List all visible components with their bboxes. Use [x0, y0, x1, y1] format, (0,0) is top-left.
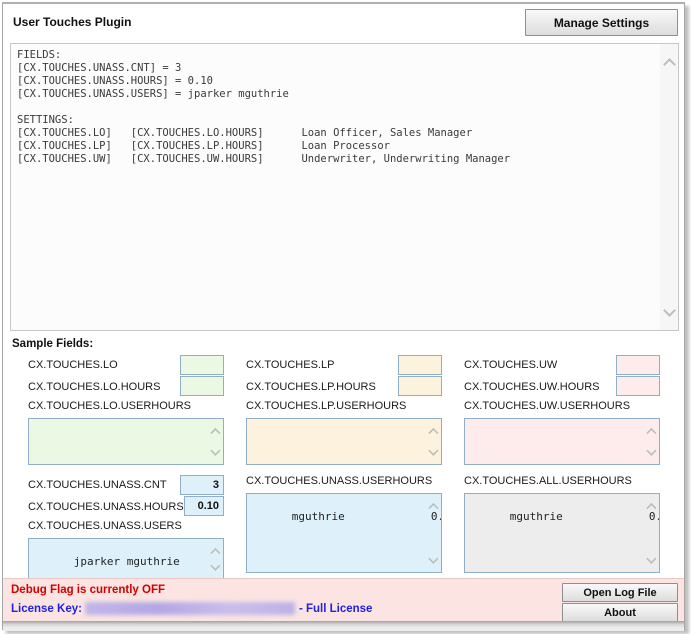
field-row-lp-hours: CX.TOUCHES.LP.HOURS	[246, 377, 442, 397]
debug-flag-status: Debug Flag is currently OFF	[11, 584, 165, 596]
unass-users-label: CX.TOUCHES.UNASS.USERS	[28, 520, 224, 536]
lo-hours-label: CX.TOUCHES.LO.HOURS	[28, 381, 180, 393]
unass-userhours-textarea[interactable]: mguthrie 0.098	[246, 493, 442, 573]
lo-userhours-textarea[interactable]	[28, 418, 224, 465]
scroll-down-icon[interactable]	[209, 447, 220, 457]
titlebar: User Touches Plugin Manage Settings	[3, 4, 684, 41]
unass-hours-input[interactable]: 0.10	[184, 496, 224, 516]
uw-hours-label: CX.TOUCHES.UW.HOURS	[464, 381, 616, 393]
footer-bar: Debug Flag is currently OFF License Key:…	[3, 578, 684, 621]
scroll-up-icon[interactable]	[645, 426, 656, 436]
output-scrollbar[interactable]	[660, 44, 678, 330]
lp-userhours-label: CX.TOUCHES.LP.USERHOURS	[246, 400, 442, 416]
column-uw-alluserhours: CX.TOUCHES.UW CX.TOUCHES.UW.HOURS CX.TOU…	[464, 355, 660, 573]
license-type-label: - Full License	[299, 603, 373, 615]
scroll-down-icon[interactable]	[427, 555, 438, 565]
sample-fields-heading: Sample Fields:	[12, 338, 93, 350]
unass-cnt-input[interactable]: 3	[180, 475, 224, 495]
lp-field-input[interactable]	[398, 355, 442, 375]
lo-field-input[interactable]	[180, 355, 224, 375]
scroll-down-icon[interactable]	[645, 555, 656, 565]
scroll-up-icon[interactable]	[645, 501, 656, 511]
scroll-down-icon[interactable]	[209, 562, 220, 572]
plugin-window: User Touches Plugin Manage Settings FIEL…	[2, 2, 685, 630]
about-button[interactable]: About	[562, 603, 678, 622]
field-row-lo-hours: CX.TOUCHES.LO.HOURS	[28, 377, 224, 397]
unass-users-value: jparker mguthrie	[74, 555, 180, 568]
lp-hours-input[interactable]	[398, 376, 442, 396]
all-userhours-value: mguthrie 0.098	[510, 510, 660, 523]
lo-field-label: CX.TOUCHES.LO	[28, 359, 180, 371]
field-row-uw: CX.TOUCHES.UW	[464, 355, 660, 375]
uw-hours-input[interactable]	[616, 376, 660, 396]
unass-users-textarea[interactable]: jparker mguthrie	[28, 538, 224, 580]
unass-hours-label: CX.TOUCHES.UNASS.HOURS	[28, 501, 184, 513]
lp-hours-label: CX.TOUCHES.LP.HOURS	[246, 381, 398, 393]
scroll-up-icon[interactable]	[427, 426, 438, 436]
lo-userhours-label: CX.TOUCHES.LO.USERHOURS	[28, 400, 224, 416]
lp-field-label: CX.TOUCHES.LP	[246, 359, 398, 371]
window-bottom-edge	[3, 621, 684, 631]
all-userhours-label: CX.TOUCHES.ALL.USERHOURS	[464, 475, 660, 491]
uw-userhours-textarea[interactable]	[464, 418, 660, 465]
scroll-up-icon[interactable]	[662, 56, 676, 68]
scroll-down-icon[interactable]	[427, 447, 438, 457]
uw-userhours-label: CX.TOUCHES.UW.USERHOURS	[464, 400, 660, 416]
unass-cnt-label: CX.TOUCHES.UNASS.CNT	[28, 479, 180, 491]
field-row-unass-hours: CX.TOUCHES.UNASS.HOURS 0.10	[28, 497, 224, 517]
field-row-lp: CX.TOUCHES.LP	[246, 355, 442, 375]
manage-settings-button[interactable]: Manage Settings	[525, 9, 678, 36]
license-key-redacted	[85, 602, 295, 615]
output-text: FIELDS: [CX.TOUCHES.UNASS.CNT] = 3 [CX.T…	[17, 49, 656, 325]
lp-userhours-textarea[interactable]	[246, 418, 442, 465]
all-userhours-textarea[interactable]: mguthrie 0.098	[464, 493, 660, 573]
column-lo-unass: CX.TOUCHES.LO CX.TOUCHES.LO.HOURS CX.TOU…	[28, 355, 224, 580]
field-row-lo: CX.TOUCHES.LO	[28, 355, 224, 375]
field-row-unass-cnt: CX.TOUCHES.UNASS.CNT 3	[28, 475, 224, 495]
lo-hours-input[interactable]	[180, 376, 224, 396]
page-title: User Touches Plugin	[13, 15, 131, 29]
uw-field-label: CX.TOUCHES.UW	[464, 359, 616, 371]
output-panel[interactable]: FIELDS: [CX.TOUCHES.UNASS.CNT] = 3 [CX.T…	[10, 43, 679, 331]
open-log-file-button[interactable]: Open Log File	[562, 583, 678, 602]
license-row: License Key: - Full License	[11, 602, 372, 615]
unass-userhours-value: mguthrie 0.098	[292, 510, 442, 523]
scroll-up-icon[interactable]	[427, 501, 438, 511]
license-key-label: License Key:	[11, 603, 82, 615]
scroll-down-icon[interactable]	[645, 447, 656, 457]
scroll-up-icon[interactable]	[209, 546, 220, 556]
scroll-down-icon[interactable]	[662, 306, 676, 318]
column-lp-unassuserhours: CX.TOUCHES.LP CX.TOUCHES.LP.HOURS CX.TOU…	[246, 355, 442, 573]
unass-userhours-label: CX.TOUCHES.UNASS.USERHOURS	[246, 475, 442, 491]
scroll-up-icon[interactable]	[209, 426, 220, 436]
uw-field-input[interactable]	[616, 355, 660, 375]
field-row-uw-hours: CX.TOUCHES.UW.HOURS	[464, 377, 660, 397]
